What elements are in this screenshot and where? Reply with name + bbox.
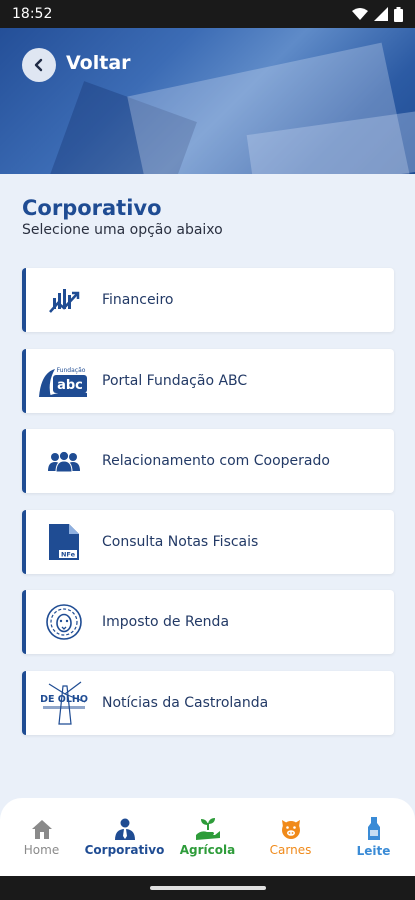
nav-item-corporativo[interactable]: Corporativo bbox=[85, 818, 165, 857]
menu-list: Financeiro abc Fundação Portal Fundação … bbox=[22, 268, 394, 751]
nav-item-home[interactable]: Home bbox=[2, 818, 82, 857]
fundacao-abc-logo: abc Fundação bbox=[26, 349, 102, 413]
chevron-left-icon bbox=[34, 58, 43, 72]
menu-item-label: Imposto de Renda bbox=[102, 614, 230, 630]
home-gesture-handle[interactable] bbox=[150, 886, 266, 890]
businessman-icon bbox=[114, 818, 135, 840]
nav-label-carnes: Carnes bbox=[269, 842, 312, 857]
nav-item-agricola[interactable]: Agrícola bbox=[168, 817, 248, 857]
signal-icon bbox=[374, 7, 388, 21]
milk-bottle-icon bbox=[367, 816, 380, 840]
menu-item-portal-fundacao-abc[interactable]: abc Fundação Portal Fundação ABC bbox=[22, 348, 394, 413]
nav-label-leite: Leite bbox=[356, 843, 391, 858]
menu-item-relacionamento[interactable]: Relacionamento com Cooperado bbox=[22, 429, 394, 493]
nav-label-corporativo: Corporativo bbox=[84, 842, 165, 857]
menu-item-label: Notícias da Castrolanda bbox=[102, 694, 269, 711]
nav-label-home: Home bbox=[23, 842, 60, 857]
status-time: 18:52 bbox=[12, 6, 53, 22]
nav-label-agricola: Agrícola bbox=[179, 842, 236, 857]
page-subtitle: Selecione uma opção abaixo bbox=[22, 222, 223, 238]
sprout-hand-icon bbox=[195, 817, 220, 840]
nav-item-carnes[interactable]: Carnes bbox=[251, 818, 331, 857]
menu-item-label: Financeiro bbox=[102, 292, 174, 308]
svg-text:abc: abc bbox=[57, 378, 83, 393]
menu-item-label: Consulta Notas Fiscais bbox=[102, 533, 259, 550]
menu-item-notas-fiscais[interactable]: NFe Consulta Notas Fiscais bbox=[22, 509, 394, 574]
menu-item-imposto-renda[interactable]: Imposto de Renda bbox=[22, 590, 394, 654]
wifi-icon bbox=[352, 8, 368, 20]
lion-icon bbox=[26, 590, 102, 654]
svg-text:Fundação: Fundação bbox=[57, 367, 86, 374]
de-olho-logo: DE OLHO bbox=[26, 671, 102, 735]
system-navigation-bar bbox=[0, 876, 415, 900]
header-banner bbox=[0, 28, 415, 174]
status-bar: 18:52 bbox=[0, 0, 415, 28]
svg-text:DE OLHO: DE OLHO bbox=[40, 694, 88, 705]
bottom-navigation: Home Corporativo Agrícola Carnes Leite bbox=[0, 798, 415, 876]
people-group-icon bbox=[26, 429, 102, 493]
finance-chart-icon bbox=[26, 268, 102, 332]
nav-item-leite[interactable]: Leite bbox=[334, 816, 414, 858]
nfe-document-icon: NFe bbox=[26, 510, 102, 574]
status-icons bbox=[352, 6, 403, 22]
menu-item-label: Portal Fundação ABC bbox=[102, 372, 248, 389]
home-icon bbox=[31, 819, 52, 839]
menu-item-financeiro[interactable]: Financeiro bbox=[22, 268, 394, 332]
menu-item-noticias-castrolanda[interactable]: DE OLHO Notícias da Castrolanda bbox=[22, 670, 394, 735]
pig-face-icon bbox=[281, 819, 300, 839]
battery-icon bbox=[394, 6, 403, 22]
back-button[interactable] bbox=[22, 48, 56, 82]
page-title: Corporativo bbox=[22, 196, 162, 220]
svg-text:NFe: NFe bbox=[61, 550, 76, 558]
menu-item-label: Relacionamento com Cooperado bbox=[102, 453, 330, 469]
back-label[interactable]: Voltar bbox=[66, 52, 131, 74]
